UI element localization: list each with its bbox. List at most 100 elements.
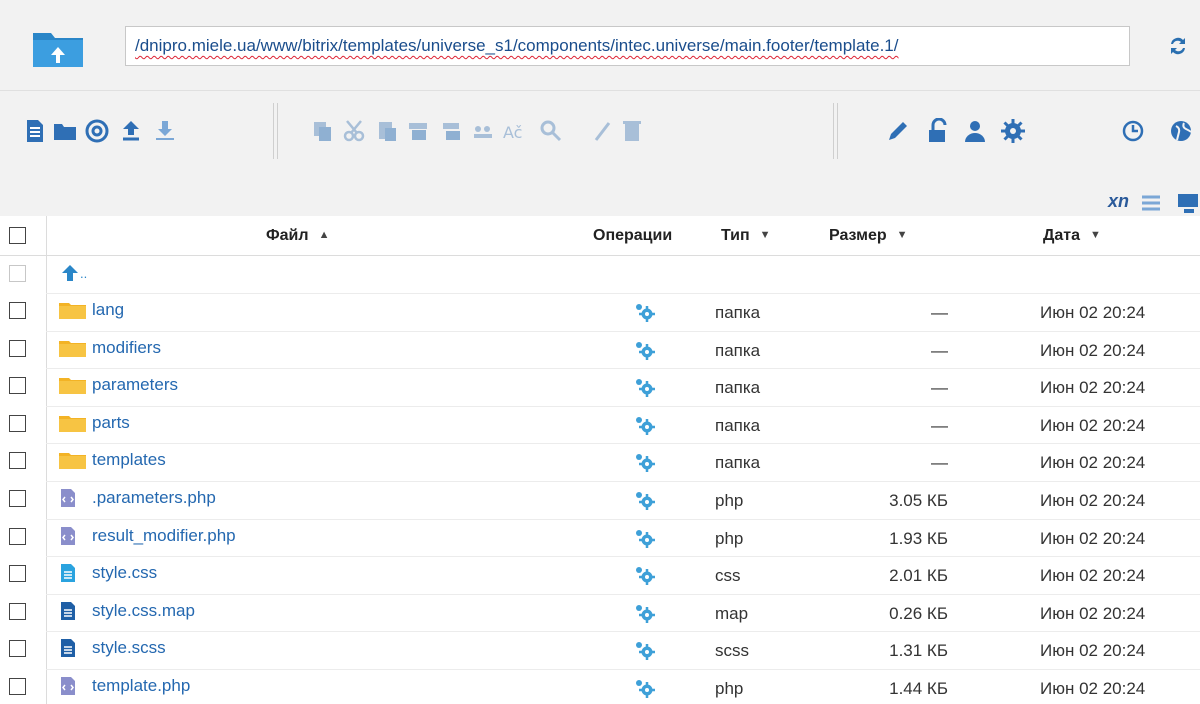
desktop-icon[interactable] <box>1176 191 1200 217</box>
file-name: .parameters.php <box>92 488 216 507</box>
row-checkbox[interactable] <box>9 302 26 319</box>
file-name: result_modifier.php <box>92 526 236 545</box>
table-row[interactable]: templates папка — Июн 02 20:24 <box>0 443 1200 480</box>
row-checkbox[interactable] <box>9 340 26 357</box>
svg-text:Ač: Ač <box>503 123 522 142</box>
column-date-label: Дата <box>1043 227 1081 244</box>
folder-up-icon[interactable] <box>31 27 85 69</box>
file-size: 1.31 КБ <box>889 641 948 660</box>
refresh-icon[interactable] <box>1166 34 1190 58</box>
operations-gear-icon[interactable] <box>632 528 658 548</box>
file-name-link[interactable]: modifiers <box>58 338 161 358</box>
operations-gear-icon[interactable] <box>632 415 658 435</box>
paste-icon[interactable] <box>374 118 400 144</box>
row-checkbox[interactable] <box>9 678 26 695</box>
file-date: Июн 02 20:24 <box>1040 641 1146 660</box>
file-name-link[interactable]: result_modifier.php <box>58 526 236 546</box>
operations-gear-icon[interactable] <box>632 377 658 397</box>
operations-gear-icon[interactable] <box>632 565 658 585</box>
file-name: templates <box>92 450 166 469</box>
row-checkbox[interactable] <box>9 452 26 469</box>
table-row[interactable]: result_modifier.php php 1.93 КБ Июн 02 20:2… <box>0 519 1200 556</box>
operations-gear-icon[interactable] <box>632 603 658 623</box>
table-row[interactable]: parameters папка — Июн 02 20:24 <box>0 368 1200 405</box>
edit-icon[interactable] <box>590 118 616 144</box>
pencil-icon[interactable] <box>885 118 911 144</box>
download-icon[interactable] <box>152 118 178 144</box>
file-name-link[interactable]: lang <box>58 300 124 320</box>
row-checkbox[interactable] <box>9 415 26 432</box>
file-type: php <box>715 491 744 510</box>
file-name-link[interactable]: .parameters.php <box>58 488 216 508</box>
upload-icon[interactable] <box>118 118 144 144</box>
php-file-icon <box>58 526 88 546</box>
file-name: template.php <box>92 676 191 695</box>
list-view-icon[interactable] <box>1138 191 1164 217</box>
unpack-icon[interactable] <box>440 118 466 144</box>
operations-gear-icon[interactable] <box>632 640 658 660</box>
file-name-link[interactable]: templates <box>58 450 166 470</box>
file-name-link[interactable]: style.scss <box>58 638 166 658</box>
pack-icon[interactable] <box>406 118 432 144</box>
cut-icon[interactable] <box>341 118 367 144</box>
file-name: style.css <box>92 563 158 582</box>
search-icon[interactable] <box>538 118 564 144</box>
path-input[interactable]: /dnipro.miele.ua/www/bitrix/templates/un… <box>125 26 1130 66</box>
row-checkbox[interactable] <box>9 490 26 507</box>
rename-icon[interactable]: Ač <box>502 118 528 144</box>
column-date[interactable]: Дата ▼ <box>1043 227 1101 245</box>
file-size: 1.93 КБ <box>889 529 948 548</box>
file-name-link[interactable]: template.php <box>58 676 190 696</box>
file-name-link[interactable]: parameters <box>58 375 178 395</box>
file-name-link[interactable]: parts <box>58 413 130 433</box>
delete-icon[interactable] <box>619 118 645 144</box>
row-checkbox[interactable] <box>9 528 26 545</box>
table-row[interactable]: template.php php 1.44 КБ Июн 02 20:24 <box>0 669 1200 704</box>
settings-icon[interactable] <box>1000 118 1026 144</box>
file-type: scss <box>715 641 749 660</box>
file-name-link[interactable]: style.css.map <box>58 601 195 621</box>
operations-gear-icon[interactable] <box>632 340 658 360</box>
operations-gear-icon[interactable] <box>632 452 658 472</box>
file-size: 1.44 КБ <box>889 679 948 698</box>
parent-dir-link[interactable]: .. <box>60 263 87 283</box>
operations-gear-icon[interactable] <box>632 678 658 698</box>
table-row[interactable]: style.css.map map 0.26 КБ Июн 02 20:24 <box>0 594 1200 631</box>
sort-asc-icon: ▲ <box>318 229 330 241</box>
new-file-icon[interactable] <box>22 118 48 144</box>
column-type[interactable]: Тип ▼ <box>721 227 771 245</box>
row-checkbox[interactable] <box>9 640 26 657</box>
file-date: Июн 02 20:24 <box>1040 679 1146 698</box>
column-file[interactable]: Файл ▲ <box>266 227 329 245</box>
operations-gear-icon[interactable] <box>632 302 658 322</box>
email-icon[interactable] <box>84 118 110 144</box>
table-row[interactable]: modifiers папка — Июн 02 20:24 <box>0 331 1200 368</box>
user-icon[interactable] <box>962 118 988 144</box>
table-row[interactable]: parts папка — Июн 02 20:24 <box>0 406 1200 443</box>
file-date: Июн 02 20:24 <box>1040 378 1146 397</box>
xn-label[interactable]: xn <box>1108 191 1129 212</box>
toolbar-separator <box>833 103 838 159</box>
operations-gear-icon[interactable] <box>632 490 658 510</box>
file-type: папка <box>715 453 761 472</box>
file-size: 3.05 КБ <box>889 491 948 510</box>
file-name-link[interactable]: style.css <box>58 563 157 583</box>
globe-icon[interactable] <box>1168 118 1194 144</box>
parent-dir-row[interactable]: .. <box>0 256 1200 293</box>
group-icon[interactable] <box>470 118 496 144</box>
table-row[interactable]: style.css css 2.01 КБ Июн 02 20:24 <box>0 556 1200 593</box>
column-size[interactable]: Размер ▼ <box>829 227 908 245</box>
row-checkbox[interactable] <box>9 603 26 620</box>
table-row[interactable]: lang папка — Июн 02 20:24 <box>0 293 1200 330</box>
copy-icon[interactable] <box>310 118 336 144</box>
table-row[interactable]: style.scss scss 1.31 КБ Июн 02 20:24 <box>0 631 1200 668</box>
table-row[interactable]: .parameters.php php 3.05 КБ Июн 02 20:24 <box>0 481 1200 518</box>
history-icon[interactable] <box>1120 118 1146 144</box>
select-all-checkbox[interactable] <box>9 227 26 244</box>
row-checkbox[interactable] <box>9 377 26 394</box>
open-folder-icon[interactable] <box>52 118 78 144</box>
file-type: php <box>715 679 744 698</box>
row-checkbox[interactable] <box>9 565 26 582</box>
arrow-up-icon <box>62 265 78 281</box>
unlock-icon[interactable] <box>925 118 951 144</box>
